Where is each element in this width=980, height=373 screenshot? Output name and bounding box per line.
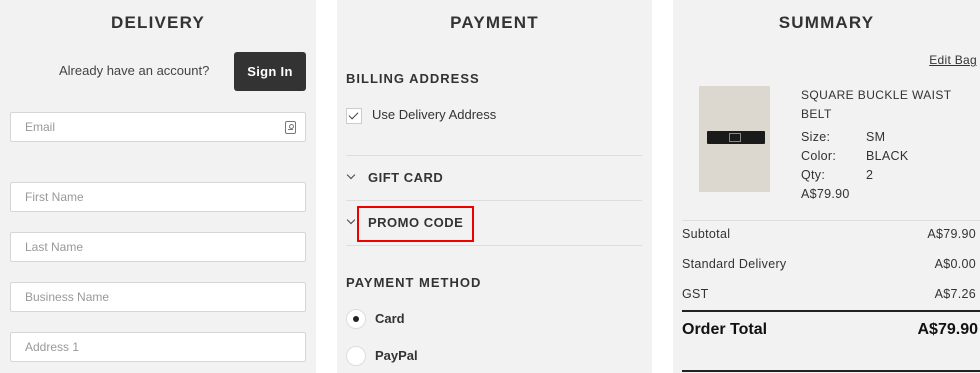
address1-field[interactable]	[10, 332, 306, 362]
gst-row: GST A$7.26	[682, 287, 976, 301]
business-name-field[interactable]	[10, 282, 306, 312]
delivery-panel: DELIVERY Already have an account? Sign I…	[0, 0, 316, 373]
contact-card-icon[interactable]	[285, 121, 296, 134]
payment-panel: PAYMENT BILLING ADDRESS Use Delivery Add…	[337, 0, 652, 373]
sign-in-button[interactable]: Sign In	[234, 52, 306, 91]
paypal-radio[interactable]	[346, 346, 366, 366]
last-name-input[interactable]	[11, 233, 305, 261]
summary-title: SUMMARY	[778, 13, 875, 32]
subtotal-row: Subtotal A$79.90	[682, 227, 976, 241]
total-divider	[682, 310, 980, 312]
payment-title: PAYMENT	[450, 13, 539, 32]
subtotal-value: A$79.90	[927, 227, 976, 241]
product-name: SQUARE BUCKLE WAIST BELT	[801, 88, 952, 121]
divider	[346, 200, 642, 201]
size-label: Size:	[801, 130, 831, 144]
address1-input[interactable]	[11, 333, 305, 361]
last-name-field[interactable]	[10, 232, 306, 262]
email-field[interactable]	[10, 112, 306, 142]
divider	[346, 245, 642, 246]
delivery-row: Standard Delivery A$0.00	[682, 257, 976, 271]
card-label[interactable]: Card	[375, 311, 405, 326]
qty-label: Qty:	[801, 168, 826, 182]
product-price: A$79.90	[801, 187, 850, 201]
delivery-title: DELIVERY	[111, 13, 205, 32]
use-delivery-label[interactable]: Use Delivery Address	[372, 107, 496, 122]
account-prompt: Already have an account?	[59, 63, 210, 78]
delivery-label: Standard Delivery	[682, 257, 787, 271]
color-value: BLACK	[866, 149, 909, 163]
gift-card-label: GIFT CARD	[368, 169, 444, 185]
promo-code-highlight	[357, 206, 474, 242]
order-total-row: Order Total A$79.90	[682, 321, 978, 339]
email-input[interactable]	[11, 113, 305, 141]
business-name-input[interactable]	[11, 283, 305, 311]
edit-bag-link[interactable]: Edit Bag	[929, 53, 977, 67]
gst-label: GST	[682, 287, 709, 301]
subtotal-label: Subtotal	[682, 227, 731, 241]
gift-card-toggle[interactable]: GIFT CARD	[346, 167, 443, 187]
payment-method-heading: PAYMENT METHOD	[346, 275, 482, 290]
delivery-value: A$0.00	[934, 257, 976, 271]
card-radio[interactable]	[346, 309, 366, 329]
first-name-field[interactable]	[10, 182, 306, 212]
paypal-label[interactable]: PayPal	[375, 348, 418, 363]
bottom-divider	[682, 370, 980, 372]
summary-panel: SUMMARY Edit Bag SQUARE BUCKLE WAIST BEL…	[673, 0, 980, 373]
divider	[682, 220, 980, 221]
chevron-down-icon	[346, 215, 356, 225]
product-image[interactable]	[699, 86, 770, 192]
gst-value: A$7.26	[934, 287, 976, 301]
use-delivery-checkbox[interactable]	[346, 108, 362, 124]
billing-address-heading: BILLING ADDRESS	[346, 71, 480, 86]
order-total-value: A$79.90	[917, 321, 979, 338]
size-value: SM	[866, 130, 886, 144]
chevron-down-icon	[346, 170, 356, 180]
order-total-label: Order Total	[682, 321, 768, 338]
qty-value: 2	[866, 168, 874, 182]
color-label: Color:	[801, 149, 837, 163]
first-name-input[interactable]	[11, 183, 305, 211]
divider	[346, 155, 642, 156]
belt-image	[707, 131, 765, 144]
